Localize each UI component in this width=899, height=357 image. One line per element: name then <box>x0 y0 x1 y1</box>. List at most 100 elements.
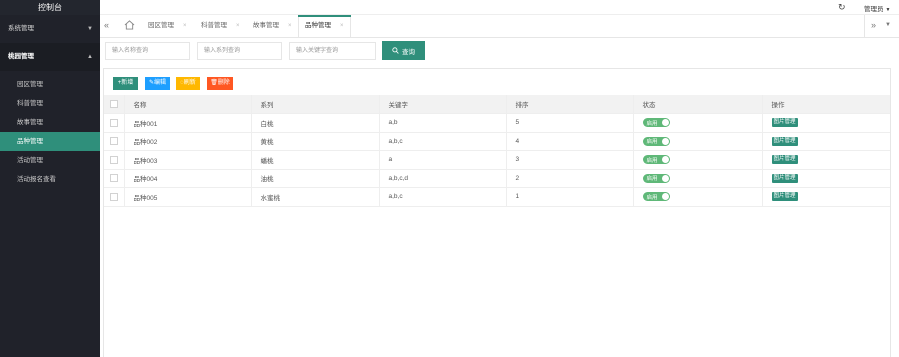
tab-story[interactable]: 故事管理 × <box>253 15 292 37</box>
status-label: 启用 <box>646 157 658 164</box>
table-row[interactable]: 品种002 黄桃 a,b,c 4 启用 图片管理 <box>104 132 890 151</box>
status-toggle[interactable]: 启用 <box>642 136 670 146</box>
home-icon[interactable] <box>124 20 135 30</box>
cell-sort: 5 <box>506 113 634 133</box>
sidebar-item-variety[interactable]: 品种管理 <box>0 132 100 151</box>
status-toggle[interactable]: 启用 <box>642 155 670 165</box>
status-toggle[interactable]: 启用 <box>642 192 670 202</box>
tab-bar: « 园区管理 × 科普管理 × 故事管理 × 品种管理 × » ▼ <box>100 15 899 38</box>
top-header: ↻ 管理员 ▼ <box>100 0 899 15</box>
data-panel: +新增 ✎编辑 ◌刷新 🗑删除 名称 系列 关键字 排序 状态 操作 品种001… <box>103 68 891 357</box>
row-checkbox[interactable] <box>110 137 118 146</box>
edit-button[interactable]: ✎编辑 <box>145 77 170 90</box>
cell-sort: 4 <box>506 132 634 151</box>
cell-action: 图片管理 <box>762 132 890 151</box>
tab-park[interactable]: 园区管理 × <box>148 15 187 37</box>
row-checkbox[interactable] <box>110 155 118 164</box>
col-header-keywords[interactable]: 关键字 <box>379 95 507 114</box>
col-header-sort[interactable]: 排序 <box>506 95 634 114</box>
sidebar-item-activity[interactable]: 活动管理 <box>0 151 100 170</box>
cell-status: 启用 <box>633 187 763 207</box>
cell-sort: 2 <box>506 169 634 188</box>
query-button[interactable]: 查询 <box>382 41 425 60</box>
image-manage-button[interactable]: 图片管理 <box>771 155 798 165</box>
image-manage-button[interactable]: 图片管理 <box>771 173 798 183</box>
row-select-cell <box>104 132 125 151</box>
refresh-button[interactable]: ◌刷新 <box>176 77 200 90</box>
sidebar: 控制台 系统管理 ▼ 桃园管理 ▲ 园区管理 科普管理 故事管理 品种管理 活动… <box>0 0 100 357</box>
image-manage-button[interactable]: 图片管理 <box>771 192 798 202</box>
name-search-input[interactable] <box>105 42 190 60</box>
table-row[interactable]: 品种003 蟠桃 a 3 启用 图片管理 <box>104 150 890 170</box>
status-label: 启用 <box>646 176 658 183</box>
sidebar-item-science[interactable]: 科普管理 <box>0 94 100 113</box>
sidebar-group-label: 桃园管理 <box>8 53 34 60</box>
refresh-icon[interactable]: ↻ <box>838 2 846 13</box>
close-icon[interactable]: × <box>340 23 344 29</box>
caret-up-icon: ▲ <box>87 54 93 60</box>
row-checkbox[interactable] <box>110 174 118 183</box>
row-select-cell <box>104 113 125 133</box>
sidebar-group-peach[interactable]: 桃园管理 ▲ <box>0 43 100 71</box>
user-menu[interactable]: 管理员 ▼ <box>864 3 890 13</box>
tab-variety[interactable]: 品种管理 × <box>298 15 351 37</box>
table-row[interactable]: 品种001 白桃 a,b 5 启用 图片管理 <box>104 113 890 133</box>
table-row[interactable]: 品种005 水蜜桃 a,b,c 1 启用 图片管理 <box>104 187 890 207</box>
scroll-left-icon[interactable]: « <box>104 20 109 30</box>
scroll-right-icon[interactable]: » <box>871 20 876 30</box>
add-button[interactable]: +新增 <box>113 77 138 90</box>
cell-keywords: a,b <box>379 113 507 133</box>
variety-table: 名称 系列 关键字 排序 状态 操作 品种001 白桃 a,b 5 启用 图片管… <box>104 95 890 207</box>
cell-name: 品种002 <box>124 132 252 151</box>
caret-down-icon: ▼ <box>87 26 93 32</box>
keyword-search-input[interactable] <box>289 42 376 60</box>
cell-keywords: a <box>379 150 507 170</box>
toggle-knob <box>661 137 669 145</box>
toggle-knob <box>661 156 669 164</box>
status-label: 启用 <box>646 120 658 127</box>
cell-name: 品种004 <box>124 169 252 188</box>
col-header-status[interactable]: 状态 <box>633 95 763 114</box>
row-checkbox[interactable] <box>110 192 118 201</box>
close-icon[interactable]: × <box>183 23 187 29</box>
tab-label: 科普管理 <box>201 22 227 29</box>
cell-status: 启用 <box>633 150 763 170</box>
cell-name: 品种003 <box>124 150 252 170</box>
app-root: 控制台 系统管理 ▼ 桃园管理 ▲ 园区管理 科普管理 故事管理 品种管理 活动… <box>0 0 899 357</box>
cell-status: 启用 <box>633 169 763 188</box>
close-icon[interactable]: × <box>288 23 292 29</box>
status-toggle[interactable]: 启用 <box>642 173 670 183</box>
tab-science[interactable]: 科普管理 × <box>201 15 240 37</box>
row-select-cell <box>104 187 125 207</box>
sidebar-item-story[interactable]: 故事管理 <box>0 113 100 132</box>
col-header-series[interactable]: 系列 <box>251 95 380 114</box>
cell-action: 图片管理 <box>762 187 890 207</box>
cell-status: 启用 <box>633 132 763 151</box>
tab-label: 故事管理 <box>253 22 279 29</box>
col-header-action[interactable]: 操作 <box>762 95 890 114</box>
cell-series: 蟠桃 <box>251 150 380 170</box>
sidebar-item-signup[interactable]: 活动报名查看 <box>0 170 100 189</box>
cell-sort: 1 <box>506 187 634 207</box>
tab-menu-caret-icon[interactable]: ▼ <box>885 22 891 28</box>
image-manage-button[interactable]: 图片管理 <box>771 118 798 128</box>
cell-action: 图片管理 <box>762 150 890 170</box>
cell-sort: 3 <box>506 150 634 170</box>
row-checkbox[interactable] <box>110 118 118 127</box>
image-manage-button[interactable]: 图片管理 <box>771 136 798 146</box>
query-label: 查询 <box>402 48 415 56</box>
row-select-cell <box>104 169 125 188</box>
select-all-checkbox[interactable] <box>110 100 118 108</box>
delete-button[interactable]: 🗑删除 <box>207 77 233 90</box>
table-row[interactable]: 品种004 油桃 a,b,c,d 2 启用 图片管理 <box>104 169 890 188</box>
status-toggle[interactable]: 启用 <box>642 118 670 128</box>
series-search-input[interactable] <box>197 42 282 60</box>
cell-series: 水蜜桃 <box>251 187 380 207</box>
toggle-knob <box>661 174 669 182</box>
sidebar-item-park[interactable]: 园区管理 <box>0 75 100 94</box>
user-label: 管理员 <box>864 6 884 13</box>
cell-series: 黄桃 <box>251 132 380 151</box>
close-icon[interactable]: × <box>236 23 240 29</box>
sidebar-group-system[interactable]: 系统管理 ▼ <box>0 15 100 43</box>
col-header-name[interactable]: 名称 <box>124 95 252 114</box>
